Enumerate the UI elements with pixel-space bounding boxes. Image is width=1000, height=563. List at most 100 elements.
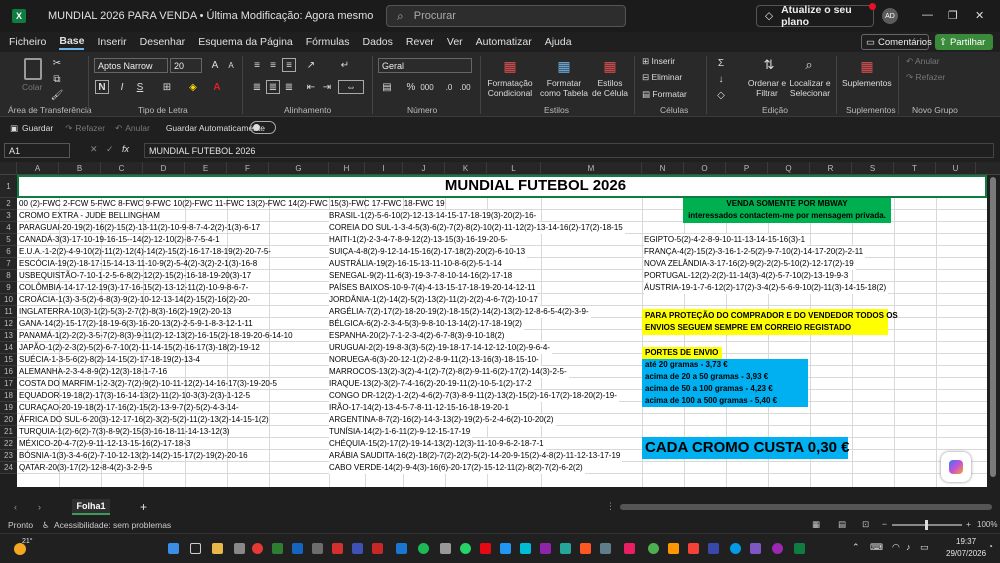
app-icon[interactable] bbox=[272, 543, 283, 554]
sort-filter-icon[interactable]: ⇅ bbox=[760, 56, 778, 74]
undo-button[interactable]: Anular bbox=[125, 123, 150, 133]
row-header[interactable]: 5 bbox=[0, 234, 17, 246]
app-icon[interactable] bbox=[580, 543, 591, 554]
zoom-out-icon[interactable]: − bbox=[882, 519, 887, 529]
tab-automatizar[interactable]: Automatizar bbox=[476, 36, 532, 48]
tab-esquema[interactable]: Esquema da Página bbox=[198, 36, 293, 48]
taskview-icon[interactable] bbox=[190, 543, 201, 554]
merge-center-icon[interactable]: ⇔ bbox=[338, 80, 364, 94]
chrome-icon[interactable] bbox=[252, 543, 263, 554]
column-header[interactable]: J bbox=[403, 162, 445, 175]
start-icon[interactable] bbox=[168, 543, 179, 554]
clear-icon[interactable]: ◇ bbox=[714, 88, 728, 102]
align-center-icon[interactable]: ≣ bbox=[266, 80, 280, 94]
redo-icon[interactable]: ↷ bbox=[65, 123, 72, 134]
notification-bell-icon[interactable]: ◔ bbox=[988, 542, 993, 551]
column-header[interactable]: D bbox=[143, 162, 185, 175]
row-header[interactable]: 3 bbox=[0, 210, 17, 222]
column-header[interactable]: O bbox=[684, 162, 726, 175]
row-header[interactable]: 21 bbox=[0, 426, 17, 438]
row-header[interactable]: 2 bbox=[0, 198, 17, 210]
align-left-icon[interactable]: ≣ bbox=[250, 80, 264, 94]
netflix-icon[interactable] bbox=[480, 543, 491, 554]
font-color-icon[interactable]: A bbox=[210, 80, 224, 94]
conditional-format-button[interactable]: Formatação Condicional bbox=[484, 78, 536, 98]
addins-icon[interactable]: ▦ bbox=[857, 56, 877, 76]
column-header[interactable]: R bbox=[810, 162, 852, 175]
row-header[interactable]: 24 bbox=[0, 462, 17, 474]
copy-icon[interactable]: ⧉ bbox=[50, 72, 64, 86]
app-icon[interactable] bbox=[520, 543, 531, 554]
paste-button[interactable]: Colar bbox=[22, 82, 42, 92]
avatar[interactable]: AD bbox=[882, 8, 898, 24]
zoom-in-icon[interactable]: + bbox=[966, 519, 971, 529]
excel-taskbar-icon[interactable] bbox=[794, 543, 805, 554]
column-header[interactable]: H bbox=[329, 162, 365, 175]
border-icon[interactable]: ⊞ bbox=[160, 80, 174, 94]
tab-formulas[interactable]: Fórmulas bbox=[306, 36, 350, 48]
indent-icon[interactable]: ⇤ bbox=[304, 80, 318, 94]
row-header[interactable]: 4 bbox=[0, 222, 17, 234]
close-icon[interactable]: ✕ bbox=[975, 9, 984, 22]
italic-button[interactable]: I bbox=[115, 80, 129, 94]
tab-ver[interactable]: Ver bbox=[447, 36, 463, 48]
column-header[interactable]: S bbox=[852, 162, 894, 175]
row-header[interactable]: 13 bbox=[0, 330, 17, 342]
undo-ribbon-button[interactable]: ↶ Anular bbox=[906, 56, 940, 66]
sheet-tab-folha1[interactable]: Folha1 bbox=[72, 499, 110, 515]
app-icon[interactable] bbox=[560, 543, 571, 554]
app-icon[interactable] bbox=[540, 543, 551, 554]
row-header[interactable]: 18 bbox=[0, 390, 17, 402]
app-icon[interactable] bbox=[624, 543, 635, 554]
worksheet-grid[interactable]: MUNDIAL FUTEBOL 2026 00 (2)-FWC 2-FCW 5-… bbox=[17, 175, 987, 487]
horizontal-scrollbar[interactable] bbox=[620, 504, 992, 510]
bold-button[interactable]: N bbox=[95, 80, 109, 94]
format-painter-icon[interactable]: 🖌 bbox=[50, 88, 64, 102]
language-icon[interactable]: ⌨ bbox=[870, 542, 883, 553]
sort-filter-button[interactable]: Ordenar e Filtrar bbox=[744, 78, 790, 98]
format-table-icon[interactable]: ▦ bbox=[554, 56, 574, 76]
column-header[interactable]: T bbox=[894, 162, 936, 175]
name-box[interactable]: A1 bbox=[4, 143, 70, 158]
autosum-icon[interactable]: Σ bbox=[714, 56, 728, 70]
cell-styles-button[interactable]: Estilos de Célula bbox=[592, 78, 628, 98]
orientation-icon[interactable]: ↗ bbox=[304, 58, 318, 72]
row-header[interactable]: 20 bbox=[0, 414, 17, 426]
tray-chevron-icon[interactable]: ⌃ bbox=[852, 542, 860, 553]
copilot-button[interactable] bbox=[941, 452, 971, 482]
undo-icon[interactable]: ↶ bbox=[115, 123, 122, 134]
redo-button[interactable]: Refazer bbox=[75, 123, 105, 133]
row-header[interactable]: 17 bbox=[0, 378, 17, 390]
save-icon[interactable]: ▣ bbox=[10, 123, 18, 134]
column-header[interactable]: F bbox=[227, 162, 269, 175]
column-header[interactable]: E bbox=[185, 162, 227, 175]
decrease-font-icon[interactable]: A bbox=[224, 58, 238, 72]
taskbar-date[interactable]: 29/07/2026 bbox=[946, 549, 986, 558]
vertical-scroll-thumb[interactable] bbox=[990, 177, 996, 477]
column-header[interactable]: N bbox=[642, 162, 684, 175]
battery-icon[interactable]: ▭ bbox=[920, 542, 929, 553]
app-icon[interactable] bbox=[352, 543, 363, 554]
row-header[interactable]: 14 bbox=[0, 342, 17, 354]
app-icon[interactable] bbox=[500, 543, 511, 554]
thousands-button[interactable]: 000 bbox=[420, 80, 434, 94]
row-header[interactable]: 15 bbox=[0, 354, 17, 366]
column-header[interactable]: Q bbox=[768, 162, 810, 175]
tab-dados[interactable]: Dados bbox=[363, 36, 393, 48]
volume-icon[interactable]: ♪ bbox=[906, 542, 911, 552]
font-size-select[interactable]: 20 bbox=[170, 58, 202, 73]
column-header[interactable]: P bbox=[726, 162, 768, 175]
app-icon[interactable] bbox=[372, 543, 383, 554]
tabs-menu-icon[interactable]: ⋮ bbox=[606, 501, 615, 512]
row-header[interactable]: 23 bbox=[0, 450, 17, 462]
zoom-slider-thumb[interactable] bbox=[925, 520, 928, 530]
align-bottom-icon[interactable]: ≡ bbox=[282, 58, 296, 72]
fx-button[interactable]: fx bbox=[122, 144, 129, 154]
currency-icon[interactable]: ▤ bbox=[380, 80, 394, 94]
share-button[interactable]: ⇪ Partilhar bbox=[935, 34, 993, 50]
column-header[interactable]: L bbox=[487, 162, 541, 175]
app-icon[interactable] bbox=[648, 543, 659, 554]
increase-decimal-icon[interactable]: .0 bbox=[442, 80, 456, 94]
app-icon[interactable] bbox=[708, 543, 719, 554]
minimize-icon[interactable]: — bbox=[922, 9, 933, 21]
